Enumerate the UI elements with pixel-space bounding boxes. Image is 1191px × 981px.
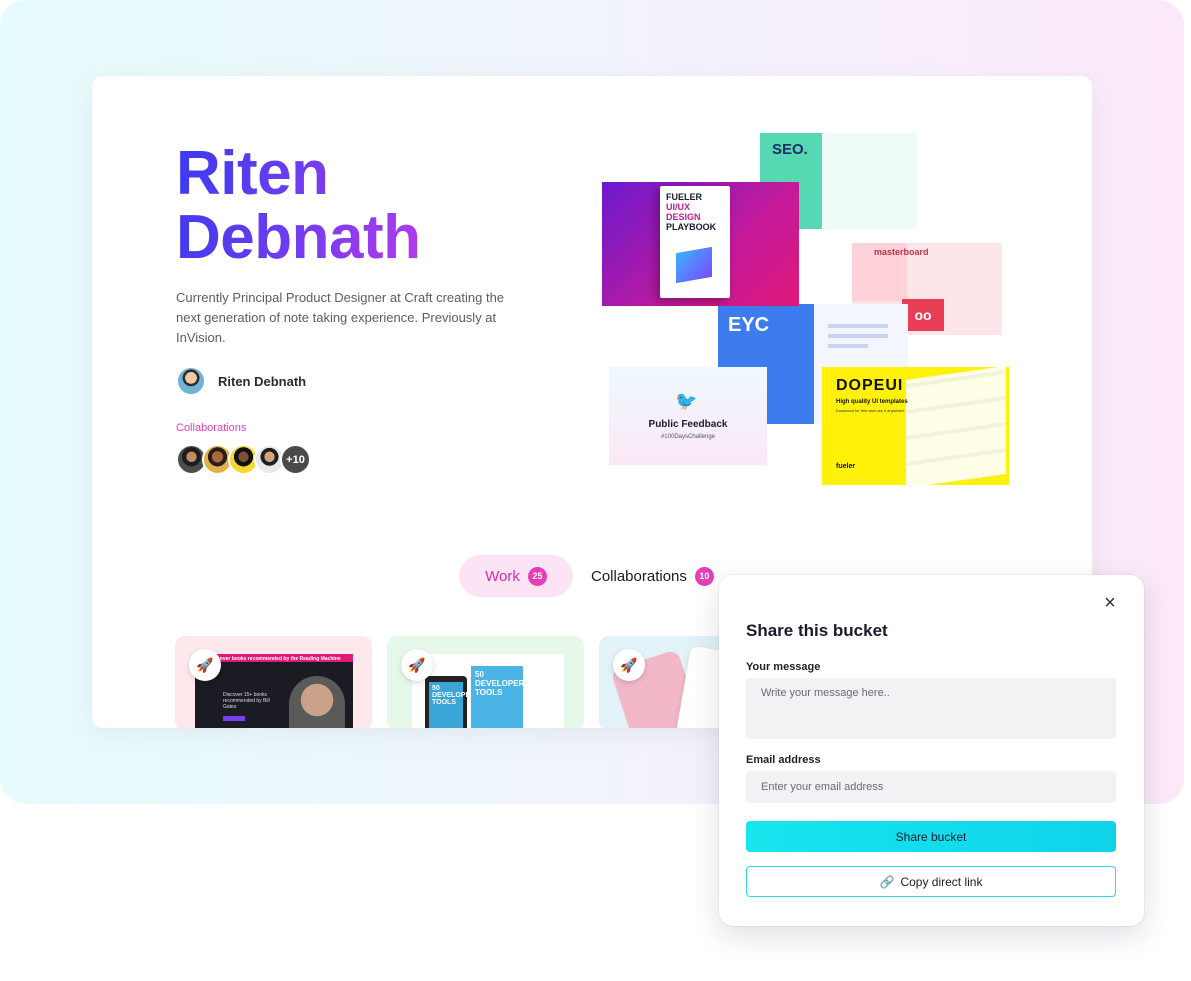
glasses-icon: oo bbox=[902, 299, 944, 331]
playbook-brand: FUELER bbox=[666, 192, 702, 202]
message-label: Your message bbox=[746, 661, 821, 673]
profile-bio: Currently Principal Product Designer at … bbox=[176, 290, 505, 345]
tab-work-label: Work bbox=[485, 567, 520, 585]
tablet-mockup: 50 DEVELOPER TOOLS bbox=[425, 676, 475, 728]
collaborators-more-badge[interactable]: +10 bbox=[280, 444, 311, 475]
profile-name-last: Debnath bbox=[176, 203, 421, 272]
book-cover: 50 DEVELOPER TOOLS bbox=[471, 666, 524, 728]
share-bucket-modal: × Share this bucket Your message Email a… bbox=[719, 575, 1144, 926]
work-card-title: cover books recommended by the Reading M… bbox=[217, 656, 341, 662]
seo-logo: SEO. bbox=[772, 141, 808, 158]
work-card-cta bbox=[223, 716, 245, 721]
playbook-title: UI/UX DESIGN bbox=[666, 202, 701, 222]
eyc-logo: EYC bbox=[728, 314, 770, 336]
profile-name: Riten Debnath bbox=[176, 142, 421, 270]
copy-link-label: Copy direct link bbox=[900, 874, 983, 889]
avatar[interactable] bbox=[176, 366, 206, 396]
dopeui-caption: Download for free and use it anywhere bbox=[836, 408, 905, 413]
collaborations-label: Collaborations bbox=[176, 422, 247, 434]
dopeui-screenshots bbox=[906, 367, 1006, 485]
tab-collaborations[interactable]: Collaborations 10 bbox=[591, 555, 714, 597]
link-icon: 🔗 bbox=[879, 874, 895, 889]
work-card[interactable]: 🚀 50 DEVELOPER TOOLS 50 DEVELOPER TOOLS bbox=[387, 636, 584, 728]
tab-collaborations-label: Collaborations bbox=[591, 567, 687, 585]
masterboard-label: masterboard bbox=[874, 247, 929, 257]
work-card-text: Discover 15+ books recommended by Bill G… bbox=[223, 692, 270, 710]
email-label: Email address bbox=[746, 754, 821, 766]
twitter-bird-icon: 🐦 bbox=[675, 391, 698, 411]
work-card[interactable]: 🚀 cover books recommended by the Reading… bbox=[175, 636, 372, 728]
collage-dopeui-tile: DOPEUI High quality UI templates Downloa… bbox=[822, 367, 1009, 485]
playbook-book: FUELER UI/UX DESIGN PLAYBOOK bbox=[660, 186, 730, 298]
twitter-tag: #100DaysChallenge bbox=[660, 434, 716, 440]
dopeui-brand: fueler bbox=[836, 463, 856, 470]
rocket-icon: 🚀 bbox=[613, 649, 645, 681]
eyc-line bbox=[828, 334, 888, 338]
author-name[interactable]: Riten Debnath bbox=[218, 374, 306, 389]
collage-playbook-tile: FUELER UI/UX DESIGN PLAYBOOK bbox=[602, 182, 799, 306]
tablet-text: 50 DEVELOPER TOOLS bbox=[429, 682, 475, 728]
author[interactable]: Riten Debnath bbox=[176, 366, 306, 396]
dopeui-logo: DOPEUI bbox=[836, 377, 904, 394]
tab-work-count: 25 bbox=[527, 566, 547, 586]
rocket-icon: 🚀 bbox=[401, 649, 433, 681]
eyc-line bbox=[828, 324, 888, 328]
cube-illustration bbox=[676, 246, 712, 284]
tab-work[interactable]: Work 25 bbox=[459, 555, 573, 597]
close-icon[interactable]: × bbox=[1100, 593, 1120, 613]
copy-link-button[interactable]: 🔗 Copy direct link bbox=[746, 866, 1116, 897]
profile-name-first: Riten bbox=[176, 139, 329, 208]
email-field[interactable] bbox=[746, 771, 1116, 803]
share-bucket-button[interactable]: Share bucket bbox=[746, 821, 1116, 852]
modal-title: Share this bucket bbox=[746, 621, 888, 640]
collaborator-avatars[interactable]: +10 bbox=[176, 444, 311, 475]
content-tabs: Work 25 Collaborations 10 bbox=[459, 555, 714, 597]
portrait-image bbox=[289, 676, 345, 728]
message-field[interactable] bbox=[746, 678, 1116, 739]
playbook-subtitle: PLAYBOOK bbox=[666, 222, 717, 232]
twitter-title: Public Feedback bbox=[648, 419, 728, 430]
eyc-line bbox=[828, 344, 868, 348]
rocket-icon: 🚀 bbox=[189, 649, 221, 681]
collage-twitter-tile: 🐦 Public Feedback #100DaysChallenge bbox=[609, 367, 767, 465]
tab-collaborations-count: 10 bbox=[694, 566, 714, 586]
dopeui-subtitle: High quality UI templates bbox=[836, 399, 908, 405]
seo-preview bbox=[822, 133, 917, 229]
